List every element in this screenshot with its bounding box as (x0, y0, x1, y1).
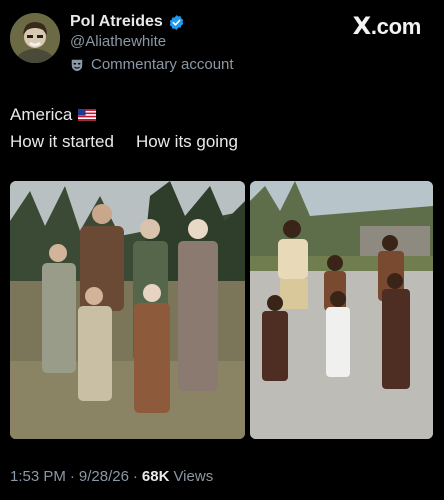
pilgrim-family-image (10, 181, 245, 439)
us-flag-icon (78, 109, 97, 121)
account-label-row: Commentary account (70, 56, 234, 73)
author-name-row: Pol Atreides (70, 11, 185, 33)
pilgrim-family-photo[interactable] (10, 181, 245, 439)
watermark-domain: .com (370, 14, 421, 39)
tweet-time[interactable]: 1:53 PM (10, 468, 66, 485)
tweet-date[interactable]: 9/28/26 (79, 468, 129, 485)
account-label-text: Commentary account (91, 56, 234, 73)
cartoon-avatar-icon (10, 13, 60, 63)
views-count[interactable]: 68K (142, 468, 170, 485)
tweet-text-how-it-started: How it started (10, 132, 114, 151)
xcom-watermark: X.com (352, 12, 422, 40)
views-label: Views (173, 468, 214, 485)
modern-family-photo[interactable] (250, 181, 433, 439)
meta-separator: · (132, 468, 138, 485)
modern-family-image (250, 181, 433, 439)
author-handle[interactable]: @Aliathewhite (70, 33, 166, 50)
tweet-text-america: America (10, 105, 73, 124)
tweet-text-how-its-going: How its going (135, 132, 238, 151)
meta-separator: · (69, 468, 75, 485)
x-logo-icon: X (352, 12, 372, 40)
author-avatar[interactable] (10, 13, 60, 63)
verified-badge-icon (169, 14, 183, 30)
tweet-meta: 1:53 PM · 9/28/26 · 68K Views (10, 468, 213, 485)
theater-mask-icon (71, 59, 83, 71)
tweet-text-line-2: How it started How its going (10, 132, 238, 152)
author-display-name[interactable]: Pol Atreides (70, 13, 163, 31)
tweet-text-line-1: America (10, 105, 97, 125)
